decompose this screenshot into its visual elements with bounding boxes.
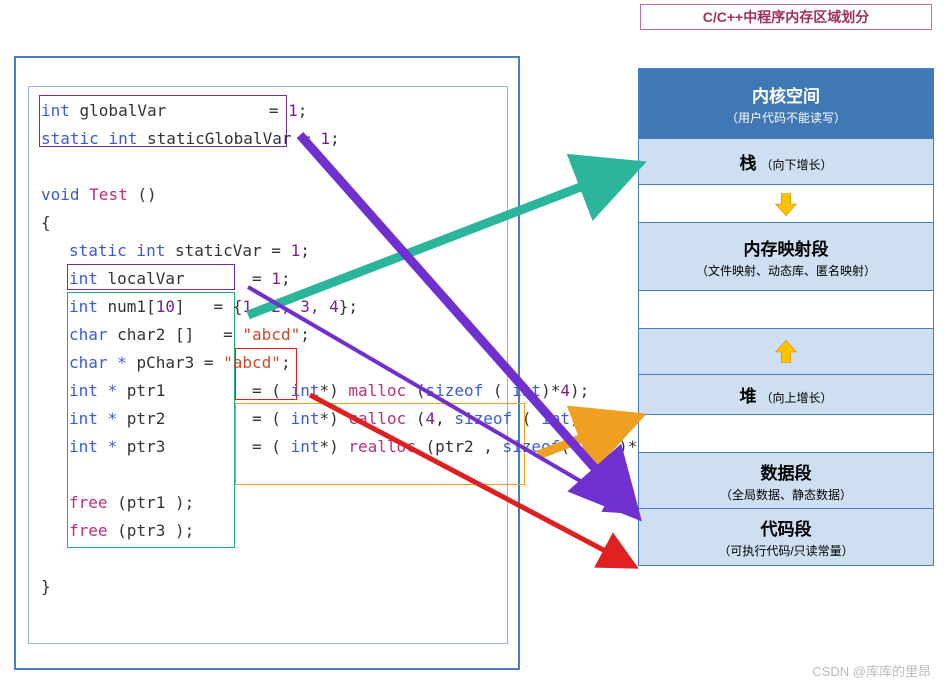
- code-line-15: free (ptr1 );: [41, 489, 495, 517]
- mem-heap-grow-arrow: [639, 329, 933, 375]
- mem-region-kernel: 内核空间 （用户代码不能读写）: [639, 69, 933, 139]
- code-line-blank2: [41, 461, 495, 489]
- mem-stack-grow-arrow: [639, 185, 933, 223]
- mem-region-stack: 栈（向下增长）: [639, 139, 933, 185]
- mem-region-data: 数据段 （全局数据、静态数据）: [639, 453, 933, 509]
- code-panel: int globalVar = 1; static int staticGlob…: [28, 86, 508, 644]
- code-line-2: static int staticGlobalVar = 1;: [41, 125, 495, 153]
- mem-region-mmap: 内存映射段 （文件映射、动态库、匿名映射）: [639, 223, 933, 291]
- mem-region-code: 代码段 （可执行代码/只读常量）: [639, 509, 933, 565]
- arrow-down-icon: [772, 190, 800, 218]
- mem-region-heap: 堆（向上增长）: [639, 375, 933, 415]
- code-line-10: char * pChar3 = "abcd";: [41, 349, 495, 377]
- code-line-16: free (ptr3 );: [41, 517, 495, 545]
- code-line-1: int globalVar = 1;: [41, 97, 495, 125]
- code-line-5: {: [41, 209, 495, 237]
- memory-layout-diagram: 内核空间 （用户代码不能读写） 栈（向下增长） 内存映射段 （文件映射、动态库、…: [638, 68, 934, 566]
- mem-gap-2: [639, 415, 933, 453]
- code-line-7: int localVar = 1;: [41, 265, 495, 293]
- code-line-8: int num1[10] = {1, 2, 3, 4};: [41, 293, 495, 321]
- code-line-13: int * ptr3 = ( int*) realloc (ptr2 , siz…: [41, 433, 495, 461]
- code-line-blank3: [41, 545, 495, 573]
- code-line-blank1: [41, 153, 495, 181]
- mem-gap: [639, 291, 933, 329]
- diagram-title: C/C++中程序内存区域划分: [640, 4, 932, 30]
- code-line-9: char char2 [] = "abcd";: [41, 321, 495, 349]
- code-line-6: static int staticVar = 1;: [41, 237, 495, 265]
- watermark: CSDN @库库的里昂: [812, 661, 931, 680]
- code-line-12: int * ptr2 = ( int*) calloc (4, sizeof (…: [41, 405, 495, 433]
- code-line-4: void Test (): [41, 181, 495, 209]
- code-line-11: int * ptr1 = ( int*) malloc (sizeof ( in…: [41, 377, 495, 405]
- code-line-18: }: [41, 573, 495, 601]
- arrow-up-icon: [772, 338, 800, 366]
- code-panel-outer: int globalVar = 1; static int staticGlob…: [14, 56, 520, 670]
